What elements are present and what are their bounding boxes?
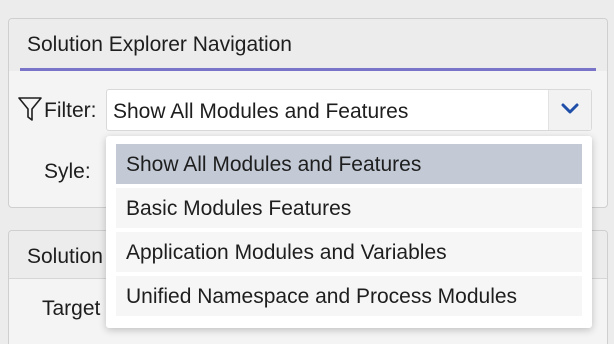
filter-label: Filter: [44, 99, 97, 122]
dropdown-option-unified-namespace[interactable]: Unified Namespace and Process Modules [116, 276, 582, 316]
filter-selected-value: Show All Modules and Features [113, 100, 409, 123]
dropdown-toggle-button[interactable] [548, 90, 591, 130]
panel-title: Solution [27, 245, 103, 268]
option-label: Basic Modules Features [126, 197, 352, 220]
option-label: Show All Modules and Features [126, 153, 422, 176]
dropdown-option-show-all[interactable]: Show All Modules and Features [116, 144, 582, 184]
filter-dropdown-list: Show All Modules and Features Basic Modu… [106, 136, 592, 328]
panel-title: Solution Explorer Navigation [27, 33, 292, 56]
chevron-down-icon [561, 103, 579, 114]
panel-header: Solution Explorer Navigation [9, 19, 607, 71]
option-label: Unified Namespace and Process Modules [126, 285, 518, 308]
app-root: Solution Explorer Navigation Solution Fi… [0, 0, 614, 344]
style-label: Syle: [44, 160, 91, 183]
dropdown-option-basic-modules[interactable]: Basic Modules Features [116, 188, 582, 228]
target-label: Target [42, 297, 101, 320]
dropdown-option-application-modules[interactable]: Application Modules and Variables [116, 232, 582, 272]
option-label: Application Modules and Variables [126, 241, 447, 264]
filter-combobox[interactable]: Show All Modules and Features [106, 89, 592, 131]
header-accent-line [20, 68, 596, 71]
filter-funnel-icon [18, 97, 42, 121]
